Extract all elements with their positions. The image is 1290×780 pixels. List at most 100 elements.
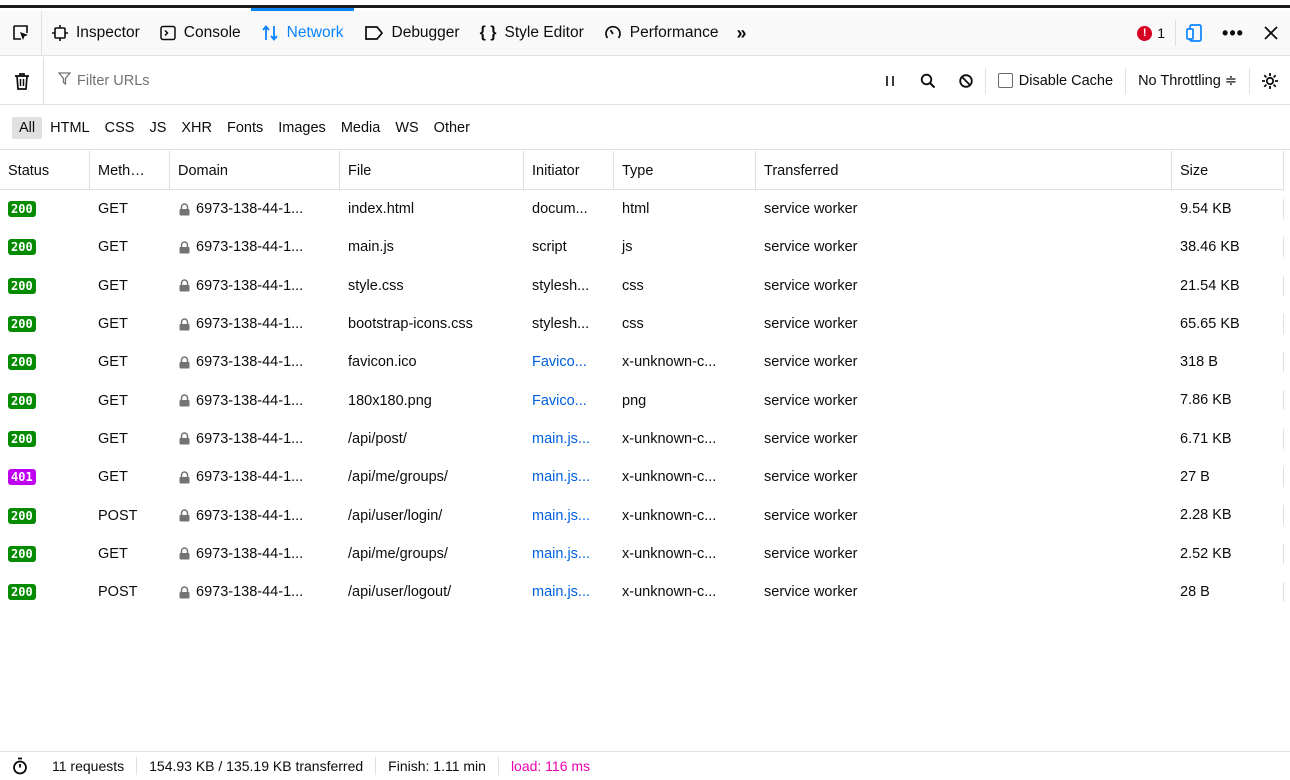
tab-label: Performance (629, 24, 719, 41)
file-cell: /api/me/groups/ (348, 469, 448, 486)
status-badge: 200 (8, 239, 36, 256)
method-cell: GET (98, 392, 128, 409)
table-row[interactable]: 200 GET 6973-138-44-1... /api/me/groups/mai… (0, 535, 1284, 573)
method-cell: POST (98, 584, 138, 601)
transferred-cell: service worker (764, 584, 858, 601)
domain-text: 6973-138-44-1... (196, 469, 304, 486)
column-header-method[interactable]: Meth… (90, 151, 170, 190)
initiator-cell[interactable]: main.js... (524, 535, 614, 573)
filter-urls-input[interactable]: Filter URLs (44, 57, 871, 105)
block-requests-button[interactable] (947, 57, 985, 105)
domain-cell: 6973-138-44-1... (170, 573, 340, 611)
table-row[interactable]: 200 GET 6973-138-44-1... style.css stylesh..… (0, 267, 1284, 305)
transferred-cell: service worker (764, 239, 858, 256)
status-badge: 401 (8, 469, 36, 486)
error-count: 1 (1157, 25, 1165, 41)
type-filter-media[interactable]: Media (334, 117, 388, 139)
domain-cell: 6973-138-44-1... (170, 496, 340, 534)
column-header-initiator[interactable]: Initiator (524, 151, 614, 190)
type-filter-images[interactable]: Images (271, 117, 333, 139)
initiator-cell[interactable]: main.js... (524, 458, 614, 496)
column-header-domain[interactable]: Domain (170, 151, 340, 190)
search-button[interactable] (909, 57, 947, 105)
type-filter-js[interactable]: JS (142, 117, 173, 139)
console-icon (160, 25, 176, 41)
table-row[interactable]: 200 GET 6973-138-44-1... index.html docum...… (0, 190, 1284, 228)
table-header: Status Meth… Domain File Initiator Type … (0, 151, 1284, 190)
transferred-cell: service worker (764, 277, 858, 294)
throttling-select[interactable]: No Throttling ≑ (1126, 57, 1249, 105)
table-row[interactable]: 200 GET 6973-138-44-1... 180x180.png Favico.… (0, 381, 1284, 419)
domain-text: 6973-138-44-1... (196, 392, 304, 409)
type-filter-css[interactable]: CSS (98, 117, 142, 139)
type-cell: css (622, 316, 644, 333)
initiator-cell[interactable]: Favico... (524, 343, 614, 381)
type-filter-all[interactable]: All (12, 116, 43, 139)
clear-requests-button[interactable] (0, 56, 44, 105)
method-cell: GET (98, 239, 128, 256)
stopwatch-icon (13, 757, 27, 775)
table-row[interactable]: 200 GET 6973-138-44-1... bootstrap-icons.cs… (0, 305, 1284, 343)
table-row[interactable]: 200 POST 6973-138-44-1... /api/user/login/m… (0, 496, 1284, 534)
transferred-cell: service worker (764, 469, 858, 486)
gear-icon (1262, 72, 1278, 89)
type-filter-xhr[interactable]: XHR (174, 117, 219, 139)
type-filter-html[interactable]: HTML (43, 117, 96, 139)
tab-inspector[interactable]: Inspector (42, 11, 150, 56)
initiator-cell[interactable]: main.js... (524, 420, 614, 458)
error-count-badge[interactable]: ! 1 (1127, 20, 1176, 46)
tab-debugger[interactable]: Debugger (354, 11, 470, 56)
pick-element-button[interactable] (0, 10, 42, 56)
table-row[interactable]: 200 GET 6973-138-44-1... main.js script js ser… (0, 228, 1284, 266)
table-row[interactable]: 200 GET 6973-138-44-1... favicon.ico Favico.… (0, 343, 1284, 381)
type-filter-fonts[interactable]: Fonts (220, 117, 270, 139)
tab-performance[interactable]: Performance (594, 11, 729, 56)
type-cell: html (622, 201, 650, 218)
column-header-size[interactable]: Size (1172, 151, 1284, 190)
table-row[interactable]: 200 GET 6973-138-44-1... /api/post/main.js.… (0, 420, 1284, 458)
disable-cache-checkbox[interactable]: Disable Cache (986, 57, 1125, 105)
file-cell: index.html (348, 201, 415, 218)
method-cell: POST (98, 507, 138, 524)
responsive-design-button[interactable] (1176, 11, 1214, 56)
transferred-cell: service worker (764, 545, 858, 562)
request-count: 11 requests (40, 757, 138, 775)
tab-style-editor[interactable]: { } Style Editor (470, 11, 594, 56)
lock-icon (178, 509, 191, 522)
more-tools-chevron-icon[interactable]: » (728, 11, 754, 56)
type-filter-ws[interactable]: WS (388, 117, 425, 139)
domain-text: 6973-138-44-1... (196, 201, 304, 218)
meatball-menu-button[interactable]: ••• (1214, 11, 1252, 56)
tab-console[interactable]: Console (150, 11, 251, 56)
initiator-cell[interactable]: main.js... (524, 496, 614, 534)
table-row[interactable]: 200 POST 6973-138-44-1... /api/user/logout/… (0, 573, 1284, 611)
column-header-status[interactable]: Status (0, 151, 90, 190)
type-filter-other[interactable]: Other (427, 117, 477, 139)
file-cell: /api/user/logout/ (348, 584, 452, 601)
status-badge: 200 (8, 201, 36, 218)
column-header-transferred[interactable]: Transferred (756, 151, 1172, 190)
table-row[interactable]: 401 GET 6973-138-44-1... /api/me/groups/mai… (0, 458, 1284, 496)
status-cell: 200 (0, 190, 90, 228)
tab-network[interactable]: Network (250, 7, 354, 56)
debugger-icon (364, 25, 384, 41)
column-header-type[interactable]: Type (614, 151, 756, 190)
column-header-file[interactable]: File (340, 151, 524, 190)
lock-icon (178, 547, 191, 560)
status-cell: 401 (0, 458, 90, 496)
file-cell: style.css (348, 277, 404, 294)
network-settings-button[interactable] (1250, 57, 1290, 105)
performance-analysis-button[interactable] (0, 757, 40, 775)
initiator-cell[interactable]: main.js... (524, 573, 614, 611)
method-cell: GET (98, 469, 128, 486)
file-cell: bootstrap-icons.css (348, 316, 473, 333)
pick-element-icon (12, 25, 28, 40)
initiator-cell[interactable]: Favico... (524, 381, 614, 419)
lock-icon (178, 585, 191, 599)
lock-icon (178, 432, 191, 445)
inspector-icon (52, 25, 68, 41)
close-devtools-button[interactable] (1252, 11, 1290, 56)
domain-cell: 6973-138-44-1... (170, 267, 340, 305)
status-cell: 200 (0, 305, 90, 343)
pause-button[interactable] (871, 57, 909, 105)
